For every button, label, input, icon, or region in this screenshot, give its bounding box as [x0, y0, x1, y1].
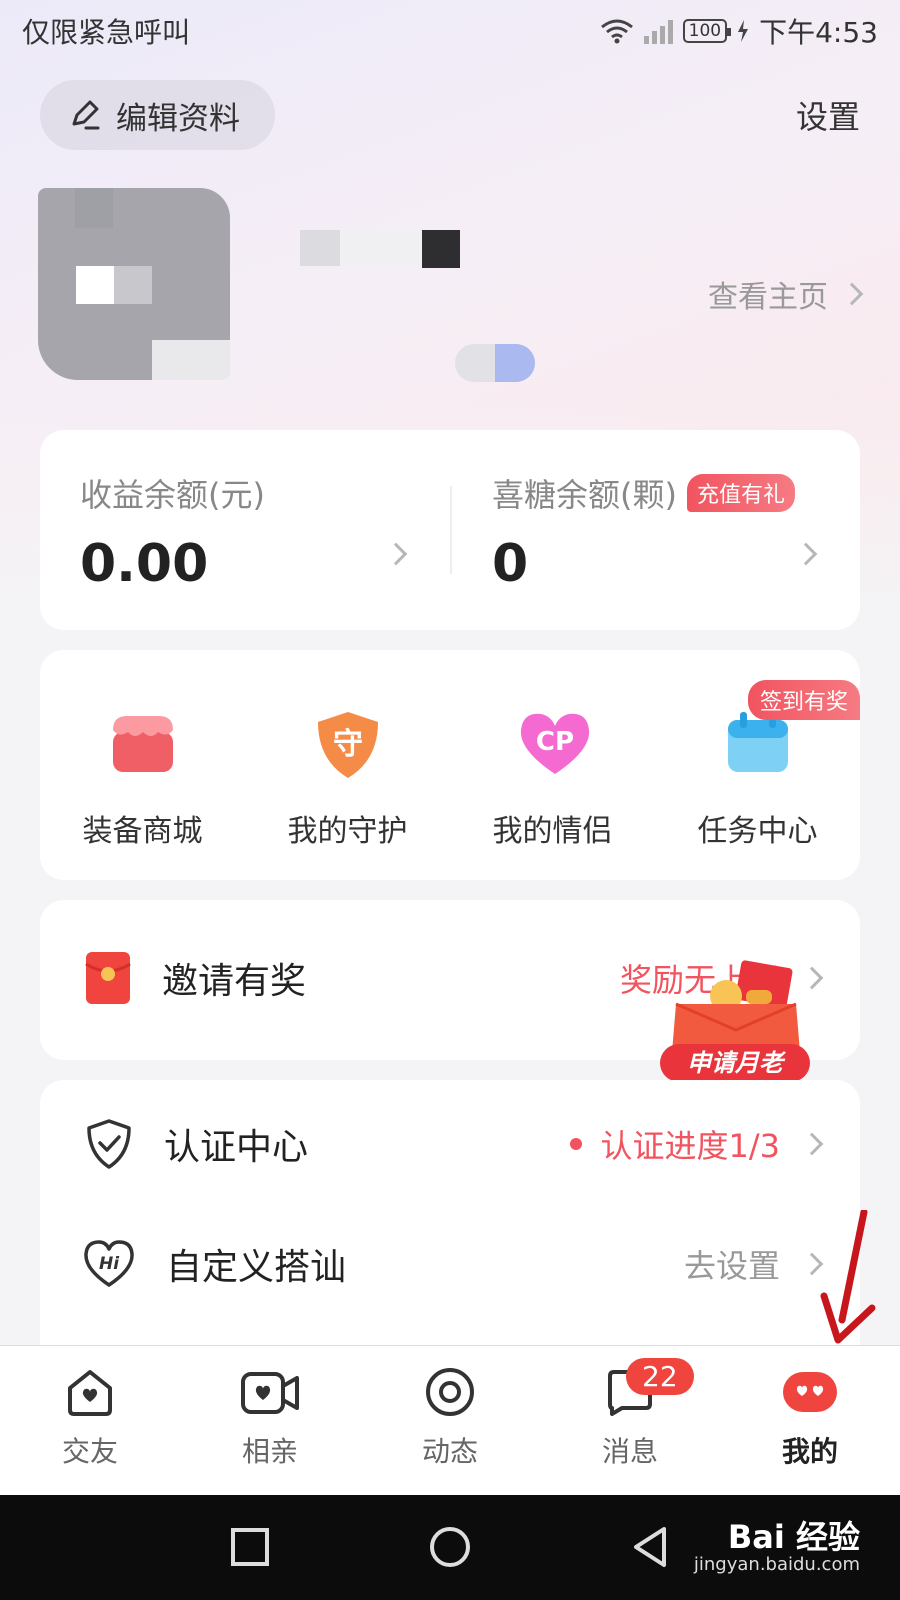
divider [450, 486, 452, 574]
nav-item-friends[interactable]: 交友 [30, 1366, 150, 1470]
income-value: 0.00 [80, 534, 209, 594]
svg-text:Hi: Hi [99, 1254, 120, 1274]
status-icons: 100 下午4:53 [600, 11, 878, 51]
video-icon [241, 1372, 299, 1414]
watermark: Bai 经验 jingyan.baidu.com [693, 1518, 860, 1576]
list-item-custom-greeting[interactable]: Hi 自定义搭讪 去设置 [40, 1238, 860, 1290]
profile-icon [783, 1372, 837, 1412]
list-item-label: 认证中心 [164, 1127, 309, 1168]
view-home-label: 查看主页 [708, 280, 828, 315]
sign-in-badge[interactable]: 签到有奖 [747, 680, 860, 720]
edit-profile-label: 编辑资料 [116, 100, 240, 137]
nav-item-matchmaking[interactable]: 相亲 [210, 1366, 330, 1470]
chevron-right-icon[interactable] [794, 542, 818, 566]
view-home-link[interactable]: 查看主页 [708, 272, 864, 316]
feature-tasks[interactable]: 任务中心 [655, 710, 860, 850]
battery-icon: 100 [682, 19, 732, 43]
bottom-nav: 交友 相亲 动态 消息 我的 [0, 1345, 900, 1495]
feature-label: 我的守护 [287, 814, 408, 849]
avatar[interactable] [38, 188, 230, 380]
annotation-arrow-icon [820, 1210, 876, 1344]
invite-label: 邀请有奖 [162, 961, 307, 1002]
profile-name-blurred [300, 226, 460, 270]
matchmaker-promo-label: 申请月老 [660, 1044, 810, 1082]
nav-label: 消息 [601, 1435, 658, 1468]
shop-icon [112, 716, 173, 772]
candy-value: 0 [492, 534, 529, 594]
back-nav-icon[interactable] [630, 1525, 670, 1569]
status-dot [570, 1138, 583, 1150]
target-icon [426, 1368, 474, 1416]
nav-label: 我的 [781, 1435, 838, 1468]
feature-shop[interactable]: 装备商城 [40, 710, 245, 850]
profile-tag-blurred [455, 344, 535, 382]
clock: 下午4:53 [759, 16, 878, 49]
verification-progress-text: 认证进度1/3 [600, 1127, 780, 1165]
chevron-right-icon [800, 1132, 824, 1156]
cp-heart-icon: CP [520, 713, 589, 774]
feature-label: 我的情侣 [492, 814, 613, 849]
nav-label: 动态 [421, 1435, 478, 1468]
income-label: 收益余额(元) [80, 476, 265, 514]
feature-couple[interactable]: CP 我的情侣 [450, 710, 655, 850]
carrier-text: 仅限紧急呼叫 [22, 16, 191, 49]
list-item-label: 自定义搭讪 [166, 1247, 347, 1288]
red-envelope-icon [85, 952, 131, 1004]
feature-label: 任务中心 [697, 814, 818, 849]
list-item-verification[interactable]: 认证中心 认证进度1/3 [40, 1118, 860, 1170]
home-nav-icon[interactable] [428, 1525, 472, 1569]
charging-icon [738, 20, 749, 42]
nav-item-moments[interactable]: 动态 [390, 1366, 510, 1470]
status-bar: 仅限紧急呼叫 100 下午4:53 [0, 0, 900, 62]
edit-profile-button[interactable]: 编辑资料 [40, 80, 275, 150]
message-count-badge: 22 [626, 1358, 694, 1395]
balance-card: 收益余额(元) 0.00 喜糖余额(颗) 充值有礼 0 [40, 430, 860, 630]
feature-guard[interactable]: 守 我的守护 [245, 710, 450, 850]
verification-progress: 认证进度1/3 [570, 1121, 780, 1167]
features-card: 装备商城 守 我的守护 CP 我的情侣 任务中心 签到有奖 [40, 650, 860, 880]
income-balance[interactable]: 收益余额(元) 0.00 [80, 470, 265, 594]
shield-check-icon [87, 1119, 131, 1169]
settings-link[interactable]: 设置 [796, 92, 860, 138]
svg-text:CP: CP [535, 727, 573, 757]
custom-greeting-action: 去设置 [683, 1247, 780, 1285]
nav-item-me[interactable]: 我的 [750, 1366, 870, 1470]
svg-text:守: 守 [333, 727, 363, 762]
candy-label: 喜糖余额(颗) [492, 476, 677, 514]
watermark-brand: Bai 经验 [727, 1518, 860, 1556]
wifi-icon [600, 19, 633, 44]
candy-balance[interactable]: 喜糖余额(颗) 充值有礼 0 [492, 470, 795, 594]
signal-icon [643, 18, 673, 44]
nav-label: 交友 [61, 1435, 118, 1468]
hi-heart-icon: Hi [84, 1240, 134, 1287]
settings-list-card: 认证中心 认证进度1/3 Hi 自定义搭讪 去设置 [40, 1080, 860, 1380]
recharge-badge[interactable]: 充值有礼 [686, 474, 795, 512]
pencil-icon [72, 100, 100, 130]
home-heart-icon [68, 1370, 112, 1416]
feature-label: 装备商城 [82, 814, 203, 849]
chevron-right-icon[interactable] [384, 542, 408, 566]
square-nav-icon[interactable] [230, 1527, 270, 1567]
matchmaker-promo[interactable]: 申请月老 [650, 960, 830, 1090]
nav-label: 相亲 [241, 1435, 298, 1468]
chevron-right-icon [840, 282, 864, 306]
watermark-url: jingyan.baidu.com [693, 1554, 860, 1576]
shield-guard-icon: 守 [317, 712, 378, 778]
